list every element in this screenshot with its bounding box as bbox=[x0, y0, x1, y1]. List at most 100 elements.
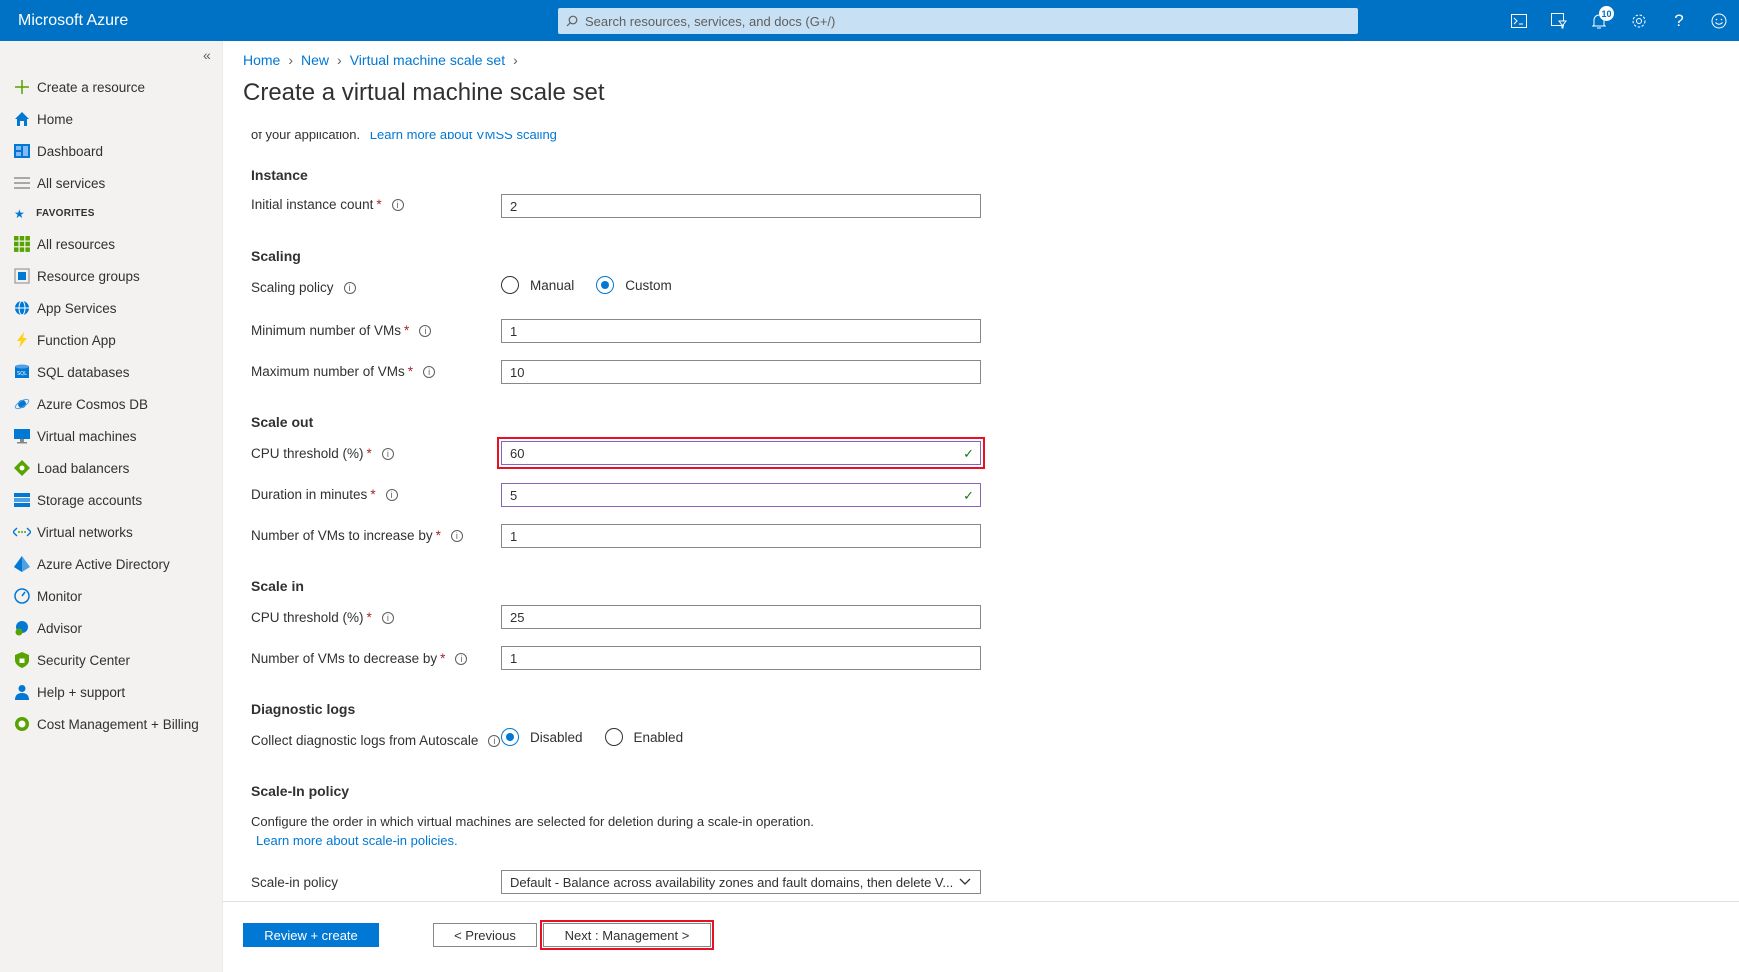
next-management-button[interactable]: Next : Management > bbox=[540, 920, 714, 950]
breadcrumb-new[interactable]: New bbox=[301, 52, 329, 68]
duration-minutes-input[interactable]: 5 ✓ bbox=[501, 483, 981, 507]
sidebar-item-all-services[interactable]: All services bbox=[0, 167, 223, 199]
breadcrumb-vmss[interactable]: Virtual machine scale set bbox=[350, 52, 505, 68]
vms-increase-input[interactable]: 1 bbox=[501, 524, 981, 548]
info-icon[interactable]: i bbox=[423, 365, 436, 378]
minimum-vms-input[interactable]: 1 bbox=[501, 319, 981, 343]
section-scale-in-policy: Scale-In policy bbox=[251, 783, 350, 799]
scale-in-policy-label: Scale-in policy bbox=[251, 875, 338, 890]
label-text: Collect diagnostic logs from Autoscale bbox=[251, 733, 479, 748]
info-icon[interactable]: i bbox=[488, 734, 501, 747]
list-icon bbox=[12, 173, 32, 193]
sidebar-item-virtual-networks[interactable]: Virtual networks bbox=[0, 516, 223, 548]
intro-text-content: of your application. bbox=[251, 127, 361, 142]
svg-text:SQL: SQL bbox=[17, 371, 27, 377]
sidebar-item-advisor[interactable]: Advisor bbox=[0, 612, 223, 644]
sidebar-item-label: Cost Management + Billing bbox=[37, 716, 199, 732]
sidebar-item-resource-groups[interactable]: Resource groups bbox=[0, 260, 223, 292]
section-instance: Instance bbox=[251, 167, 308, 183]
sidebar-item-label: App Services bbox=[37, 300, 117, 316]
sidebar: « Create a resource Home Dashboard All s… bbox=[0, 41, 223, 972]
input-value: 5 bbox=[510, 487, 518, 503]
chevron-down-icon bbox=[958, 874, 972, 891]
required-marker: * bbox=[370, 487, 376, 502]
learn-more-vmss-scaling-link[interactable]: Learn more about VMSS scaling bbox=[370, 132, 557, 142]
sidebar-item-azure-active-directory[interactable]: Azure Active Directory bbox=[0, 548, 223, 580]
radio-custom[interactable] bbox=[596, 276, 615, 294]
input-value: 25 bbox=[510, 609, 525, 625]
previous-button[interactable]: < Previous bbox=[433, 923, 537, 947]
info-icon[interactable]: i bbox=[385, 488, 398, 501]
settings-icon[interactable] bbox=[1619, 0, 1659, 41]
duration-minutes-label: Duration in minutes * i bbox=[251, 487, 398, 502]
input-value: 1 bbox=[510, 528, 518, 544]
info-icon[interactable]: i bbox=[455, 652, 468, 665]
cloud-shell-icon[interactable] bbox=[1499, 0, 1539, 41]
initial-instance-count-label: Initial instance count * i bbox=[251, 197, 404, 212]
sidebar-item-cost-management[interactable]: Cost Management + Billing bbox=[0, 708, 223, 740]
feedback-icon[interactable] bbox=[1699, 0, 1739, 41]
sidebar-item-sql-databases[interactable]: SQL SQL databases bbox=[0, 356, 223, 388]
info-icon[interactable]: i bbox=[381, 611, 394, 624]
main-content: Home › New › Virtual machine scale set ›… bbox=[223, 41, 1739, 972]
sidebar-item-monitor[interactable]: Monitor bbox=[0, 580, 223, 612]
sidebar-item-cosmos-db[interactable]: Azure Cosmos DB bbox=[0, 388, 223, 420]
sidebar-item-load-balancers[interactable]: Load balancers bbox=[0, 452, 223, 484]
scale-in-policy-dropdown[interactable]: Default - Balance across availability zo… bbox=[501, 870, 981, 894]
globe-icon bbox=[12, 298, 32, 318]
checkmark-icon: ✓ bbox=[963, 446, 974, 461]
diamond-icon bbox=[12, 458, 32, 478]
sidebar-item-help-support[interactable]: Help + support bbox=[0, 676, 223, 708]
radio-disabled[interactable] bbox=[501, 728, 519, 746]
vms-decrease-input[interactable]: 1 bbox=[501, 646, 981, 670]
maximum-vms-input[interactable]: 10 bbox=[501, 360, 981, 384]
person-icon bbox=[12, 682, 32, 702]
sidebar-item-app-services[interactable]: App Services bbox=[0, 292, 223, 324]
breadcrumb-home[interactable]: Home bbox=[243, 52, 280, 68]
sidebar-item-label: Resource groups bbox=[37, 268, 140, 284]
sidebar-item-security-center[interactable]: Security Center bbox=[0, 644, 223, 676]
info-icon[interactable]: i bbox=[381, 447, 394, 460]
sidebar-item-all-resources[interactable]: All resources bbox=[0, 228, 223, 260]
info-icon[interactable]: i bbox=[450, 529, 463, 542]
breadcrumb: Home › New › Virtual machine scale set › bbox=[243, 52, 518, 68]
learn-more-scale-in-link[interactable]: Learn more about scale-in policies. bbox=[256, 833, 458, 848]
scale-out-cpu-threshold-input[interactable]: 60 ✓ bbox=[497, 437, 985, 469]
notification-count-badge: 10 bbox=[1599, 6, 1614, 21]
input-value: 2 bbox=[510, 198, 518, 214]
monitor-icon bbox=[12, 426, 32, 446]
search-box[interactable]: Search resources, services, and docs (G+… bbox=[558, 8, 1358, 34]
info-icon[interactable]: i bbox=[391, 198, 404, 211]
radio-enabled[interactable] bbox=[604, 728, 623, 746]
required-marker: * bbox=[404, 323, 410, 338]
help-icon[interactable]: ? bbox=[1659, 0, 1699, 41]
info-icon[interactable]: i bbox=[419, 324, 432, 337]
required-marker: * bbox=[366, 610, 372, 625]
collapse-sidebar-icon[interactable]: « bbox=[203, 47, 211, 63]
sidebar-item-label: Azure Active Directory bbox=[37, 556, 170, 572]
label-text: Scale-in policy bbox=[251, 875, 339, 890]
required-marker: * bbox=[435, 528, 441, 543]
network-icon bbox=[12, 522, 32, 542]
notifications-icon[interactable]: 10 bbox=[1579, 0, 1619, 41]
info-icon[interactable]: i bbox=[343, 281, 356, 294]
radio-manual[interactable] bbox=[501, 276, 519, 294]
brand-title[interactable]: Microsoft Azure bbox=[0, 12, 557, 30]
sidebar-item-function-app[interactable]: Function App bbox=[0, 324, 223, 356]
input-value: 1 bbox=[510, 650, 518, 666]
sidebar-item-home[interactable]: Home bbox=[0, 103, 223, 135]
sidebar-item-dashboard[interactable]: Dashboard bbox=[0, 135, 223, 167]
sidebar-item-label: Create a resource bbox=[37, 79, 146, 95]
initial-instance-count-input[interactable]: 2 bbox=[501, 194, 981, 218]
review-create-button[interactable]: Review + create bbox=[243, 923, 379, 947]
sidebar-item-create-resource[interactable]: Create a resource bbox=[0, 71, 223, 103]
diagnostic-logs-label: Collect diagnostic logs from Autoscale i bbox=[251, 733, 501, 748]
sidebar-item-label: Help + support bbox=[37, 684, 126, 700]
sidebar-item-virtual-machines[interactable]: Virtual machines bbox=[0, 420, 223, 452]
search-icon bbox=[566, 15, 578, 27]
scale-in-cpu-threshold-input[interactable]: 25 bbox=[501, 605, 981, 629]
top-bar: Microsoft Azure Search resources, servic… bbox=[0, 0, 1739, 41]
directory-filter-icon[interactable] bbox=[1539, 0, 1579, 41]
sidebar-item-storage-accounts[interactable]: Storage accounts bbox=[0, 484, 223, 516]
required-marker: * bbox=[440, 651, 446, 666]
